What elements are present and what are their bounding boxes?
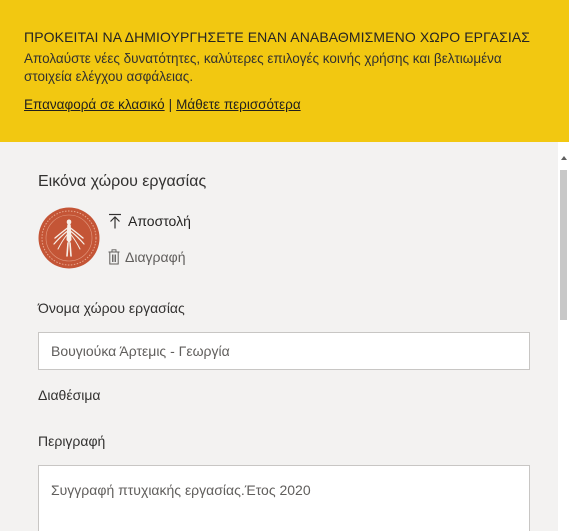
- workspace-name-label: Όνομα χώρου εργασίας: [38, 300, 185, 316]
- banner-description: Απολαύστε νέες δυνατότητες, καλύτερες επ…: [24, 51, 502, 84]
- upload-label: Αποστολή: [128, 213, 191, 229]
- scrollbar-thumb[interactable]: [560, 170, 567, 320]
- scroll-up-arrow-icon[interactable]: [561, 156, 567, 160]
- revert-to-classic-link[interactable]: Επαναφορά σε κλασικό: [24, 97, 165, 112]
- workspace-settings-window: ΠΡΟΚΕΙΤΑΙ ΝΑ ΔΗΜΙΟΥΡΓΗΣΕΤΕ ΕΝΑΝ ΑΝΑΒΑΘΜΙ…: [0, 0, 569, 531]
- upgrade-banner: ΠΡΟΚΕΙΤΑΙ ΝΑ ΔΗΜΙΟΥΡΓΗΣΕΤΕ ΕΝΑΝ ΑΝΑΒΑΘΜΙ…: [0, 0, 569, 142]
- available-label: Διαθέσιμα: [38, 387, 101, 403]
- upload-button[interactable]: Αποστολή: [108, 209, 191, 233]
- link-separator: |: [168, 97, 173, 112]
- description-label: Περιγραφή: [38, 433, 106, 449]
- workspace-image-title: Εικόνα χώρου εργασίας: [38, 173, 207, 190]
- description-textarea[interactable]: Συγγραφή πτυχιακής εργασίας.Έτος 2020: [38, 465, 530, 531]
- banner-title: ΠΡΟΚΕΙΤΑΙ ΝΑ ΔΗΜΙΟΥΡΓΗΣΕΤΕ ΕΝΑΝ ΑΝΑΒΑΘΜΙ…: [24, 29, 531, 45]
- upload-icon: [109, 213, 121, 229]
- banner-links: Επαναφορά σε κλασικό | Μάθετε περισσότερα: [24, 96, 545, 114]
- workspace-name-input[interactable]: Βουγιούκα Άρτεμις - Γεωργία: [38, 332, 530, 370]
- trash-icon: [108, 249, 120, 265]
- delete-button[interactable]: Διαγραφή: [108, 245, 185, 269]
- workspace-logo: [38, 207, 100, 269]
- delete-label: Διαγραφή: [125, 249, 186, 265]
- learn-more-link[interactable]: Μάθετε περισσότερα: [176, 97, 301, 112]
